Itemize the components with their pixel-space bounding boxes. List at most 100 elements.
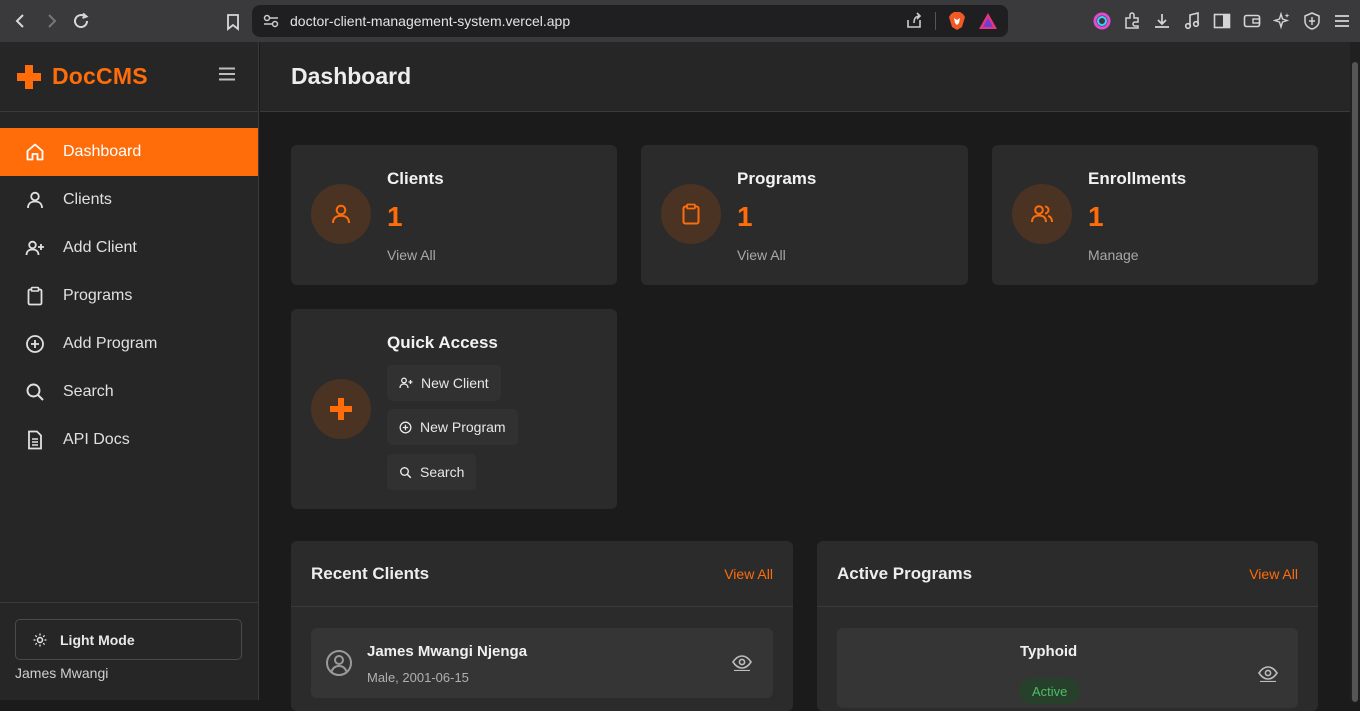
clipboard-icon xyxy=(24,285,46,307)
music-icon[interactable] xyxy=(1182,8,1202,34)
sidebar-item-add-client[interactable]: Add Client xyxy=(0,224,258,272)
stat-card-programs: Programs 1 View All xyxy=(641,145,968,285)
forward-button[interactable] xyxy=(36,6,66,36)
brand-name[interactable]: DocCMS xyxy=(52,63,148,90)
page-scrollbar[interactable] xyxy=(1350,42,1360,702)
user-plus-icon xyxy=(24,237,46,259)
share-icon[interactable] xyxy=(905,12,923,30)
brave-shield-icon[interactable] xyxy=(948,11,966,31)
browser-menu-icon[interactable] xyxy=(1332,8,1352,34)
address-bar[interactable]: doctor-client-management-system.vercel.a… xyxy=(252,5,1008,37)
panel-title: Recent Clients xyxy=(311,563,430,583)
quick-access-label: New Program xyxy=(420,419,506,435)
brave-rewards-icon[interactable] xyxy=(978,12,998,30)
sidebar-item-programs[interactable]: Programs xyxy=(0,272,258,320)
user-icon xyxy=(332,204,350,224)
stat-value: 1 xyxy=(387,201,403,232)
clipboard-icon xyxy=(682,203,700,225)
search-icon xyxy=(24,381,46,403)
sidebar-item-dashboard[interactable]: Dashboard xyxy=(0,128,258,176)
color-extension-icon[interactable] xyxy=(1092,8,1112,34)
document-icon xyxy=(24,429,46,451)
user-icon xyxy=(24,189,46,211)
sidebar-item-add-program[interactable]: Add Program xyxy=(0,320,258,368)
stat-title: Programs xyxy=(737,169,817,188)
view-program-eye-icon[interactable] xyxy=(1258,666,1278,687)
light-mode-toggle[interactable]: Light Mode xyxy=(15,619,242,660)
quick-search-button[interactable]: Search xyxy=(387,454,477,490)
sidebar-item-label: Add Client xyxy=(63,239,137,256)
sidebar-item-clients[interactable]: Clients xyxy=(0,176,258,224)
bookmark-button[interactable] xyxy=(218,7,248,37)
quick-new-program-button[interactable]: New Program xyxy=(387,409,518,445)
sidebar-item-label: Add Program xyxy=(63,335,158,352)
quick-access-label: New Client xyxy=(421,375,489,391)
page-header: Dashboard xyxy=(260,42,1360,112)
back-button[interactable] xyxy=(6,6,36,36)
program-name: Typhoid xyxy=(1020,643,1078,660)
home-icon xyxy=(24,141,46,163)
stat-icon-circle xyxy=(311,379,371,439)
quick-access-label: Search xyxy=(420,464,465,480)
client-row[interactable]: James Mwangi Njenga Male, 2001-06-15 xyxy=(311,628,773,698)
menu-toggle-button[interactable] xyxy=(218,67,236,86)
stat-link-manage-enrollments[interactable]: Manage xyxy=(1088,247,1139,263)
scrollbar-thumb[interactable] xyxy=(1352,62,1358,702)
stat-value: 1 xyxy=(737,201,753,232)
sidebar-item-label: Programs xyxy=(63,287,133,304)
chevron-left-icon xyxy=(15,14,24,28)
quick-access-title: Quick Access xyxy=(387,333,498,352)
vpn-shield-icon[interactable] xyxy=(1302,8,1322,34)
active-programs-panel: Active Programs View All Typhoid Active xyxy=(817,541,1318,711)
stat-title: Clients xyxy=(387,169,444,188)
users-icon xyxy=(1031,205,1053,223)
panel-header: Recent Clients View All xyxy=(291,541,793,607)
panel-header: Active Programs View All xyxy=(817,541,1318,607)
stat-link-view-all-programs[interactable]: View All xyxy=(737,247,786,263)
user-plus-icon xyxy=(399,377,413,389)
sun-icon xyxy=(33,633,47,647)
program-row[interactable]: Typhoid Active xyxy=(837,628,1298,708)
stat-link-view-all-clients[interactable]: View All xyxy=(387,247,436,263)
stat-icon-circle xyxy=(661,184,721,244)
stat-title: Enrollments xyxy=(1088,169,1187,188)
hamburger-icon xyxy=(219,67,235,81)
status-badge: Active xyxy=(1019,678,1081,704)
quick-access-card: Quick Access New Client New Program Sear… xyxy=(291,309,617,509)
reload-button[interactable] xyxy=(66,6,96,36)
url-text: doctor-client-management-system.vercel.a… xyxy=(290,13,571,29)
view-client-eye-icon[interactable] xyxy=(732,655,752,676)
sidebar-footer: Light Mode James Mwangi xyxy=(0,602,258,700)
light-mode-label: Light Mode xyxy=(60,631,135,648)
stat-icon-circle xyxy=(311,184,371,244)
stat-card-enrollments: Enrollments 1 Manage xyxy=(992,145,1318,285)
wallet-icon[interactable] xyxy=(1242,8,1262,34)
quick-new-client-button[interactable]: New Client xyxy=(387,365,501,401)
extensions-icon[interactable] xyxy=(1122,8,1142,34)
current-user-name: James Mwangi xyxy=(15,665,109,681)
page-title: Dashboard xyxy=(291,63,412,89)
bookmark-icon xyxy=(227,14,239,31)
stat-card-clients: Clients 1 View All xyxy=(291,145,617,285)
recent-clients-view-all-link[interactable]: View All xyxy=(724,566,773,582)
sidebar-item-search[interactable]: Search xyxy=(0,368,258,416)
stat-value: 1 xyxy=(1088,201,1104,232)
reload-icon xyxy=(74,12,89,29)
sidebar-item-label: API Docs xyxy=(63,431,130,448)
recent-clients-panel: Recent Clients View All James Mwangi Nje… xyxy=(291,541,793,711)
active-programs-view-all-link[interactable]: View All xyxy=(1249,566,1298,582)
sidebar-panel-icon[interactable] xyxy=(1212,8,1232,34)
leo-ai-icon[interactable] xyxy=(1272,8,1292,34)
medical-cross-icon xyxy=(17,64,41,89)
client-meta: Male, 2001-06-15 xyxy=(367,670,469,685)
sidebar-item-label: Clients xyxy=(63,191,112,208)
plus-circle-icon xyxy=(399,421,412,434)
sidebar-item-api-docs[interactable]: API Docs xyxy=(0,416,258,464)
brand: DocCMS xyxy=(0,42,258,112)
chevron-right-icon xyxy=(48,14,57,28)
panel-title: Active Programs xyxy=(837,563,973,583)
download-icon[interactable] xyxy=(1152,8,1172,34)
search-icon xyxy=(399,466,412,479)
user-circle-icon xyxy=(325,649,353,682)
site-settings-icon[interactable] xyxy=(260,14,282,28)
